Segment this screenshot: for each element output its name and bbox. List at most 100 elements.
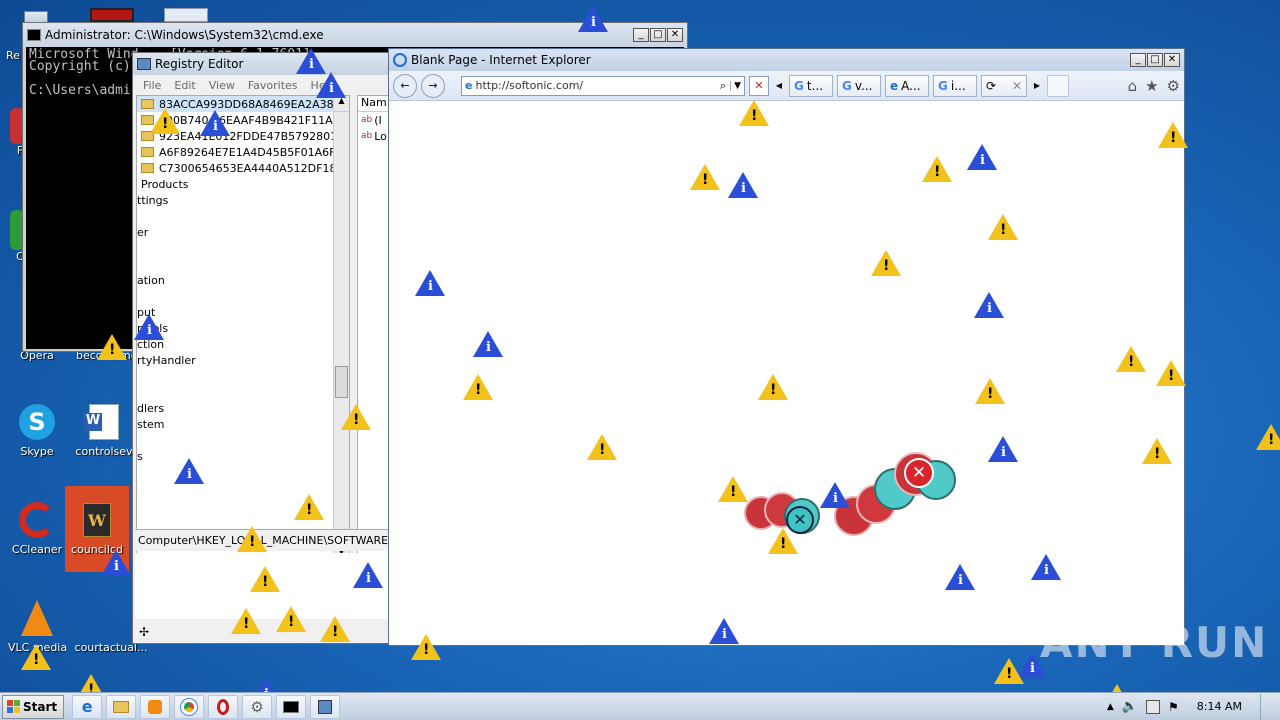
scrollbar-thumb[interactable] [335,366,348,398]
minimize-button[interactable]: _ [1130,53,1146,67]
warning-icon [320,616,350,642]
tree-item[interactable]: dlers [137,400,349,416]
menu-view[interactable]: View [209,79,235,92]
resize-grip-icon[interactable]: ✢ [139,625,149,639]
tree-key[interactable]: A6F89264E7E1A4D45B5F01A6F4E08 [137,144,349,160]
close-button[interactable]: ✕ [1164,53,1180,67]
tree-item[interactable] [137,384,349,400]
word-document-icon: W [77,500,117,540]
desktop-icon-top-doc[interactable] [164,8,208,22]
tree-item[interactable]: ation [137,272,349,288]
folder-icon [141,163,154,173]
tab-close-icon[interactable]: ✕ [1012,79,1022,93]
new-tab-button[interactable] [1047,74,1069,97]
tree-key[interactable]: C7300654653EA4440A512DF184D7 [137,160,349,176]
tree-vertical-scrollbar[interactable]: ▲ ▼ [333,96,349,562]
desktop-icon-ccleaner[interactable]: CCleaner [8,500,66,556]
taskbar-cmd[interactable] [276,694,307,719]
tree-item[interactable] [137,256,349,272]
tree-item[interactable]: put [137,304,349,320]
maximize-button[interactable]: □ [1147,53,1163,67]
flag-icon[interactable]: ⚑ [1168,700,1179,714]
maximize-button[interactable]: □ [650,28,666,42]
tab-google-3[interactable]: Gi... [933,74,977,97]
regedit-titlebar[interactable]: Registry Editor [133,53,389,75]
back-button[interactable]: ← [393,73,417,98]
tree-item[interactable]: ction [137,336,349,352]
tree-item[interactable] [137,208,349,224]
address-bar[interactable]: e http://softonic.com/ ⌕ ▼ [461,75,745,96]
desktop-icon-label: controlsev [75,445,133,458]
warning-icon [739,100,769,126]
taskbar-ie[interactable]: e [72,694,103,719]
menu-edit[interactable]: Edit [174,79,195,92]
document-icon [91,598,131,638]
ie-window[interactable]: Blank Page - Internet Explorer _ □ ✕ ← →… [388,48,1185,646]
info-icon [988,436,1018,462]
warning-icon [922,156,952,182]
ie-titlebar[interactable]: Blank Page - Internet Explorer _ □ ✕ [389,49,1184,71]
tree-item[interactable] [137,288,349,304]
ie-content[interactable] [389,101,1184,645]
desktop-icon-top-red[interactable] [90,8,134,22]
tree-item[interactable] [137,368,349,384]
warning-icon [758,374,788,400]
regedit-window[interactable]: Registry Editor File Edit View Favorites… [132,52,391,644]
info-icon [974,292,1004,318]
info-icon [101,550,131,576]
value-row[interactable]: ab (I [358,112,390,128]
info-icon [967,144,997,170]
tree-item[interactable]: ntrols [137,320,349,336]
tab-loading[interactable]: ⟳ ✕ [981,74,1027,97]
menu-file[interactable]: File [143,79,161,92]
tree-item[interactable] [137,240,349,256]
desktop-icon-controlsev[interactable]: W controlsev [74,402,134,458]
warning-icon [341,404,371,430]
desktop-icon-skype[interactable]: S Skype [10,402,64,458]
info-icon [820,482,850,508]
taskbar-chrome[interactable] [174,694,205,719]
regedit-title: Registry Editor [155,57,244,71]
forward-button[interactable]: → [421,73,445,98]
taskbar: Start e ⚙ ▲ 🔈 ⚑ 8:14 AM [0,692,1280,720]
value-row[interactable]: ab Lo [358,128,390,144]
taskbar-settings[interactable]: ⚙ [242,694,273,719]
column-header-name[interactable]: Nam [358,96,390,112]
tools-gear-icon[interactable]: ⚙ [1167,77,1180,95]
tree-item[interactable]: s [137,448,349,464]
address-text: http://softonic.com/ [475,79,584,92]
dropdown-icon[interactable]: ▼ [730,80,744,91]
taskbar-explorer[interactable] [106,694,137,719]
home-icon[interactable]: ⌂ [1128,77,1138,95]
taskbar-media-player[interactable] [140,694,171,719]
taskbar-regedit[interactable] [310,694,341,719]
tree-item[interactable]: Products [137,176,349,192]
clock[interactable]: 8:14 AM [1197,700,1242,713]
network-icon[interactable] [1146,699,1161,714]
start-label: Start [23,699,58,714]
search-icon[interactable]: ⌕ [720,79,726,93]
start-button[interactable]: Start [2,694,65,719]
volume-icon[interactable]: 🔈 [1122,699,1138,714]
close-button[interactable]: ✕ [667,28,683,42]
tree-item[interactable]: rtyHandler [137,352,349,368]
favorites-star-icon[interactable]: ★ [1145,77,1158,95]
tray-expand-icon[interactable]: ▲ [1107,702,1114,712]
menu-favorites[interactable]: Favorites [248,79,298,92]
tab-google-2[interactable]: Gv... [837,74,881,97]
show-desktop-button[interactable] [1260,693,1274,720]
tab-scroll-right[interactable]: ▶ [1031,81,1043,90]
taskbar-opera[interactable] [208,694,239,719]
tree-item[interactable] [137,432,349,448]
ie-page-icon: e [465,79,473,92]
tab-google-1[interactable]: Gt... [789,74,833,97]
tab-ie[interactable]: e A... [885,74,929,97]
minimize-button[interactable]: _ [633,28,649,42]
regedit-values-pane[interactable]: Nam ab (I ab Lo [357,95,391,577]
tree-item[interactable]: ttings [137,192,349,208]
tab-scroll-left[interactable]: ◀ [773,81,785,90]
tree-item[interactable]: stem [137,416,349,432]
info-icon [473,331,503,357]
stop-button[interactable]: ✕ [749,75,769,96]
tree-item[interactable]: er [137,224,349,240]
